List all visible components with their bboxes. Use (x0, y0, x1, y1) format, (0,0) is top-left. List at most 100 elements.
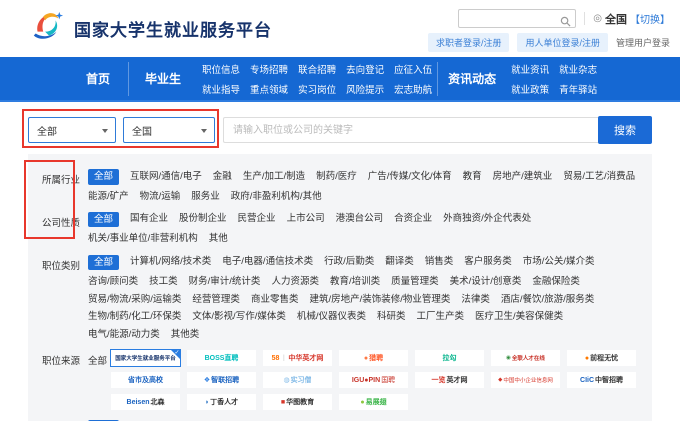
source-tile[interactable]: 一览英才网 (415, 372, 484, 388)
filter-item[interactable]: 机关/事业单位/非营利机构 (88, 234, 198, 244)
filter-item[interactable]: 能源/矿产 (88, 192, 129, 202)
source-tile[interactable]: ◍ 实习僧 (263, 372, 332, 388)
filter-item[interactable]: 行政/后勤类 (324, 257, 374, 267)
nav-home[interactable]: 首页 (68, 70, 128, 87)
header-search-box[interactable] (458, 9, 576, 28)
source-tile[interactable]: CIiC 中智招聘 (567, 372, 636, 388)
filter-all-chip[interactable]: 全部 (88, 169, 119, 185)
source-tile[interactable]: IGU●PIN 国聘 (339, 372, 408, 388)
filter-item[interactable]: 财务/审计/统计类 (189, 277, 261, 287)
filter-item[interactable]: 物流/运输 (140, 192, 181, 202)
filter-item[interactable]: 教育/培训类 (330, 277, 380, 287)
source-tile[interactable]: ● 前程无忧 (567, 350, 636, 366)
source-tile[interactable]: 国家大学生就业服务平台 (111, 350, 180, 366)
filter-item[interactable]: 商业零售类 (251, 295, 299, 305)
nav-link[interactable]: 实习岗位 (298, 82, 336, 96)
source-tile[interactable]: ◉ 全联人才在线 (491, 350, 560, 366)
nav-link[interactable]: 就业政策 (511, 82, 549, 96)
source-tile[interactable]: ❖ 智联招聘 (187, 372, 256, 388)
source-tile[interactable]: ● 易展翅 (339, 394, 408, 410)
filter-item[interactable]: 技工类 (149, 277, 178, 287)
source-tile[interactable]: 58丨中华英才网 (263, 350, 332, 366)
nav-link[interactable]: 就业资讯 (511, 62, 549, 76)
keyword-input[interactable] (223, 117, 598, 143)
source-tile[interactable]: Beisen北森 (111, 394, 180, 410)
filter-item[interactable]: 金融 (213, 172, 232, 182)
filter-item[interactable]: 贸易/工艺/消费品 (563, 172, 635, 182)
nav-link[interactable]: 重点领域 (250, 82, 288, 96)
filter-item[interactable]: 医疗卫生/美容保健类 (475, 312, 563, 322)
admin-login-link[interactable]: 管理用户登录 (616, 36, 670, 49)
source-tile[interactable]: ● 猎聘 (339, 350, 408, 366)
filter-item[interactable]: 生物/制药/化工/环保类 (88, 312, 181, 322)
search-icon[interactable] (560, 14, 571, 32)
filter-item[interactable]: 金融保险类 (532, 277, 580, 287)
filter-item[interactable]: 互联网/通信/电子 (130, 172, 202, 182)
nav-graduates[interactable]: 毕业生 (145, 70, 181, 87)
source-tile[interactable]: 拉勾 (415, 350, 484, 366)
filter-item[interactable]: 销售类 (425, 257, 454, 267)
header-search-input[interactable] (459, 12, 575, 29)
filter-item[interactable]: 经营管理类 (192, 295, 240, 305)
nav-link[interactable]: 就业杂志 (559, 62, 597, 76)
filter-item[interactable]: 政府/非盈利机构/其他 (231, 192, 322, 202)
source-all-link[interactable]: 全部 (88, 350, 107, 370)
filter-item[interactable]: 国有企业 (130, 214, 168, 224)
search-button[interactable]: 搜索 (598, 116, 652, 144)
filter-item[interactable]: 客户服务类 (464, 257, 512, 267)
filter-item[interactable]: 港澳台公司 (336, 214, 384, 224)
filter-item[interactable]: 民营企业 (238, 214, 276, 224)
filter-item[interactable]: 咨询/顾问类 (88, 277, 138, 287)
nav-link[interactable]: 专场招聘 (250, 62, 288, 76)
filter-item[interactable]: 计算机/网络/技术类 (130, 257, 211, 267)
nav-link[interactable]: 应征入伍 (394, 62, 432, 76)
nav-link[interactable]: 去向登记 (346, 62, 384, 76)
filter-item[interactable]: 电子/电器/通信技术类 (222, 257, 313, 267)
region-dropdown[interactable]: 全国 (123, 117, 215, 143)
filter-item[interactable]: 建筑/房地产/装饰装修/物业管理类 (309, 295, 450, 305)
filter-item[interactable]: 广告/传媒/文化/体育 (368, 172, 452, 182)
filter-item[interactable]: 其他 (209, 234, 228, 244)
filter-item[interactable]: 合资企业 (394, 214, 432, 224)
filter-item[interactable]: 生产/加工/制造 (243, 172, 305, 182)
nav-link[interactable]: 就业指导 (202, 82, 240, 96)
source-tile[interactable]: ◆ 中国中小企业信息网 (491, 372, 560, 388)
filter-all-chip[interactable]: 全部 (88, 212, 119, 228)
nav-news[interactable]: 资讯动态 (448, 70, 496, 87)
category-dropdown[interactable]: 全部 (28, 117, 116, 143)
source-tile[interactable]: 省市及高校 (111, 372, 180, 388)
filter-item[interactable]: 机械/仪器仪表类 (297, 312, 366, 322)
filter-item[interactable]: 股份制企业 (179, 214, 227, 224)
source-tile[interactable]: ■ 华图教育 (263, 394, 332, 410)
filter-item[interactable]: 服务业 (191, 192, 220, 202)
filter-item[interactable]: 制药/医疗 (316, 172, 357, 182)
filter-item[interactable]: 酒店/餐饮/旅游/服务类 (501, 295, 594, 305)
filter-item[interactable]: 美术/设计/创意类 (450, 277, 522, 287)
nav-link[interactable]: 宏志助航 (394, 82, 432, 96)
filter-item[interactable]: 教育 (463, 172, 482, 182)
filter-item[interactable]: 翻译类 (385, 257, 414, 267)
nav-link[interactable]: 青年驿站 (559, 82, 597, 96)
filter-item[interactable]: 贸易/物流/采购/运输类 (88, 295, 181, 305)
filter-item[interactable]: 市场/公关/媒介类 (523, 257, 595, 267)
source-tile[interactable]: ◗ 丁香人才 (187, 394, 256, 410)
filter-item[interactable]: 工厂生产类 (417, 312, 465, 322)
nav-link[interactable]: 联合招聘 (298, 62, 336, 76)
filter-item[interactable]: 质量管理类 (391, 277, 439, 287)
filter-all-chip[interactable]: 全部 (88, 255, 119, 271)
filter-item[interactable]: 人力资源类 (271, 277, 319, 287)
region-switch-link[interactable]: 【切换】 (630, 11, 670, 26)
site-logo[interactable]: 国家大学生就业服务平台 (28, 9, 272, 48)
filter-item[interactable]: 电气/能源/动力类 (88, 330, 160, 340)
source-tile[interactable]: BOSS直聘 (187, 350, 256, 366)
filter-item[interactable]: 科研类 (377, 312, 406, 322)
jobseeker-login-button[interactable]: 求职者登录/注册 (428, 33, 510, 52)
nav-link[interactable]: 风险提示 (346, 82, 384, 96)
filter-item[interactable]: 法律类 (461, 295, 490, 305)
filter-item[interactable]: 上市公司 (287, 214, 325, 224)
filter-item[interactable]: 外商独资/外企代表处 (443, 214, 531, 224)
filter-item[interactable]: 房地产/建筑业 (493, 172, 553, 182)
filter-item[interactable]: 其他类 (171, 330, 200, 340)
filter-item[interactable]: 文体/影视/写作/媒体类 (192, 312, 285, 322)
nav-link[interactable]: 职位信息 (202, 62, 240, 76)
